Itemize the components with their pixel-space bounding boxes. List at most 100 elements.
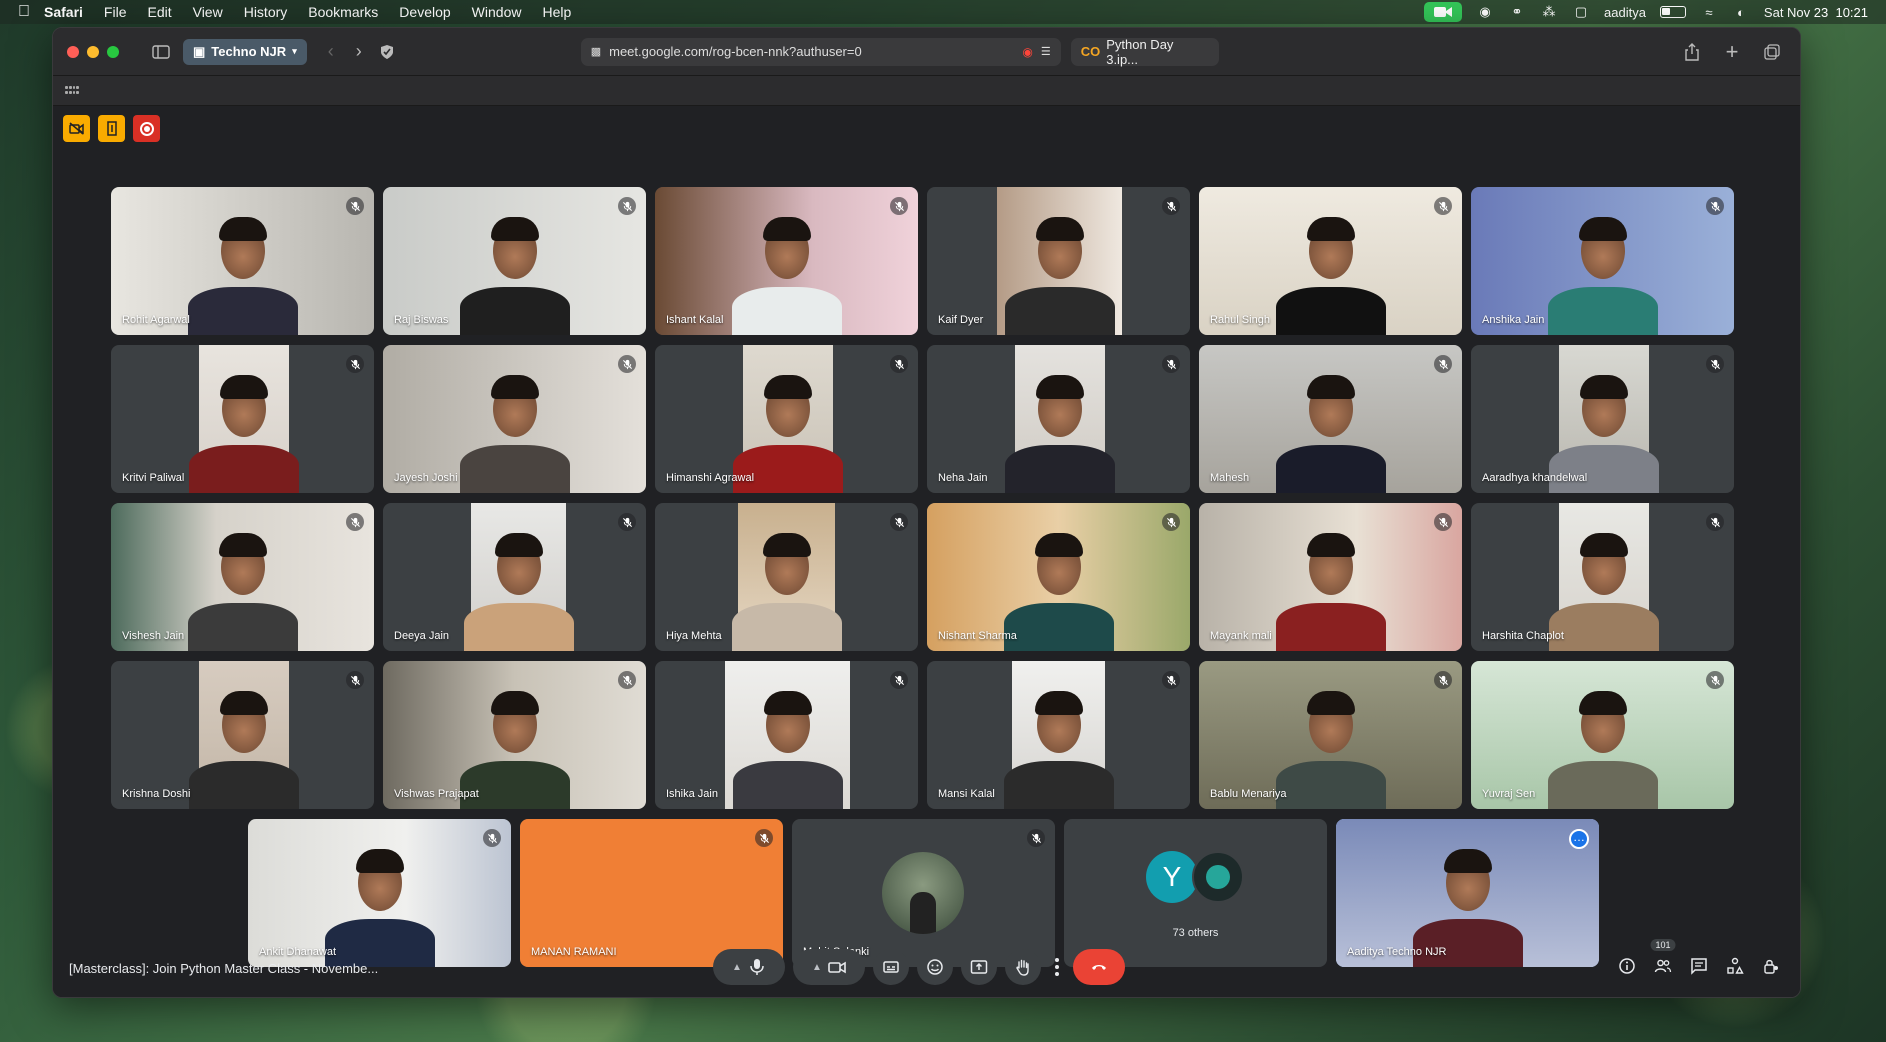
participant-tile[interactable]: Kaif Dyer [927, 187, 1190, 335]
url-text[interactable]: meet.google.com/rog-bcen-nnk?authuser=0 [609, 44, 1014, 59]
menu-window[interactable]: Window [472, 4, 522, 20]
tile-more-options-icon[interactable]: … [1569, 829, 1589, 849]
menu-clock[interactable]: Sat Nov 23 10:21 [1764, 5, 1868, 20]
participant-tile[interactable]: Harshita Chaplot [1471, 503, 1734, 651]
raise-hand-button[interactable] [1005, 949, 1041, 985]
control-center-icon[interactable]: ◐ [1732, 4, 1750, 20]
participant-tile[interactable]: Deeya Jain [383, 503, 646, 651]
participant-tile[interactable]: Himanshi Agrawal [655, 345, 918, 493]
participant-hair [1036, 375, 1084, 399]
battery-icon[interactable] [1659, 6, 1686, 18]
participant-body [1275, 761, 1386, 809]
participant-tile[interactable]: Rohit Agarwal [111, 187, 374, 335]
close-window-button[interactable] [67, 45, 79, 58]
fullscreen-window-button[interactable] [107, 45, 119, 58]
muted-mic-icon [1162, 671, 1180, 689]
apple-menu-icon[interactable]:  [18, 3, 44, 21]
back-arrow-icon[interactable]: ‹ [317, 38, 345, 66]
apps-grid-icon[interactable] [65, 85, 79, 96]
participant-tile[interactable]: Rahul Singh [1199, 187, 1462, 335]
camera-in-use-icon[interactable] [1424, 2, 1462, 22]
menu-edit[interactable]: Edit [147, 4, 171, 20]
tab-python-day[interactable]: CO Python Day 3.ip... [1070, 37, 1219, 67]
participant-tile[interactable]: Mohit Solanki [792, 819, 1055, 967]
tab-overview-icon[interactable] [1758, 38, 1786, 66]
participant-name: Himanshi Agrawal [666, 472, 755, 484]
minimize-window-button[interactable] [87, 45, 99, 58]
video-camera-icon[interactable] [828, 958, 846, 976]
menu-history[interactable]: History [244, 4, 288, 20]
muted-mic-icon [1162, 197, 1180, 215]
meeting-title[interactable]: [Masterclass]: Join Python Master Class … [69, 961, 378, 976]
tab-group-selector[interactable]: ▣ Techno NJR ▾ [183, 38, 307, 65]
menu-help[interactable]: Help [542, 4, 571, 20]
chat-button[interactable] [1688, 955, 1710, 977]
menu-file[interactable]: File [104, 4, 127, 20]
microphone-icon[interactable] [748, 958, 766, 976]
forward-arrow-icon[interactable]: › [345, 38, 373, 66]
participant-hair [1306, 217, 1355, 241]
menu-app-name[interactable]: Safari [44, 4, 83, 20]
present-screen-button[interactable] [961, 949, 997, 985]
video-options-chevron-icon[interactable]: ▲ [812, 962, 822, 973]
no-video-icon[interactable] [63, 115, 90, 142]
people-button[interactable]: 101 [1650, 939, 1676, 977]
meeting-info-button[interactable] [1616, 955, 1638, 977]
participant-tile[interactable]: Kritvi Paliwal [111, 345, 374, 493]
recording-indicator-icon[interactable]: ◉ [1022, 45, 1032, 59]
activities-button[interactable] [1724, 955, 1746, 977]
participant-tile[interactable]: Jayesh Joshi [383, 345, 646, 493]
participant-tile[interactable]: Vishesh Jain [111, 503, 374, 651]
participant-tile[interactable]: Ishant Kalal [655, 187, 918, 335]
participant-tile[interactable]: Mayank mali [1199, 503, 1462, 651]
participant-tile[interactable]: Nishant Sharma [927, 503, 1190, 651]
participant-name: Kaif Dyer [938, 314, 984, 326]
captions-button[interactable] [873, 949, 909, 985]
participant-tile[interactable]: Krishna Doshi [111, 661, 374, 809]
badge-icon[interactable]: ▢ [1572, 4, 1590, 20]
menu-user[interactable]: aaditya [1604, 5, 1646, 20]
host-controls [63, 115, 160, 142]
wifi-icon[interactable]: ≈ [1700, 4, 1718, 20]
menu-develop[interactable]: Develop [399, 4, 450, 20]
camera-control[interactable]: ▲ [793, 949, 865, 985]
participant-tile[interactable]: Anshika Jain [1471, 187, 1734, 335]
participant-tile[interactable]: Yuvraj Sen [1471, 661, 1734, 809]
sidebar-toggle-icon[interactable] [147, 38, 175, 66]
microphone-control[interactable]: ▲ [713, 949, 785, 985]
reader-icon[interactable]: ☰ [1041, 45, 1051, 58]
host-controls-button[interactable] [1760, 955, 1782, 977]
participant-tile[interactable]: Bablu Menariya [1199, 661, 1462, 809]
participant-tile[interactable]: Y 73 others [1064, 819, 1327, 967]
participant-body [731, 287, 842, 335]
participant-tile[interactable]: Vishwas Prajapat [383, 661, 646, 809]
participant-tile[interactable]: Aaditya Techno NJR… [1336, 819, 1599, 967]
participant-tile[interactable]: Mansi Kalal [927, 661, 1190, 809]
menu-view[interactable]: View [193, 4, 223, 20]
participant-tile[interactable]: Hiya Mehta [655, 503, 918, 651]
participant-tile[interactable]: Neha Jain [927, 345, 1190, 493]
bluetooth-icon[interactable]: ⁂ [1540, 4, 1558, 20]
audio-options-chevron-icon[interactable]: ▲ [732, 962, 742, 973]
k-app-icon[interactable]: ◉ [1476, 4, 1494, 20]
participant-tile[interactable]: Aaradhya khandelwal [1471, 345, 1734, 493]
share-icon[interactable] [1678, 38, 1706, 66]
participant-name: Ankit Dhanawat [259, 946, 337, 958]
info-icon [1619, 958, 1635, 974]
address-bar[interactable]: ▩ meet.google.com/rog-bcen-nnk?authuser=… [580, 37, 1061, 66]
shield-icon[interactable] [373, 38, 401, 66]
muted-mic-icon [1706, 355, 1724, 373]
host-lock-icon[interactable] [98, 115, 125, 142]
participant-tile[interactable]: Mahesh [1199, 345, 1462, 493]
participant-tile[interactable]: Raj Biswas [383, 187, 646, 335]
leave-call-button[interactable] [1073, 949, 1125, 985]
participant-tile[interactable]: Ishika Jain [655, 661, 918, 809]
participant-tile[interactable]: MANAN RAMANI [520, 819, 783, 967]
recording-icon[interactable] [133, 115, 160, 142]
new-tab-icon[interactable]: + [1718, 38, 1746, 66]
participant-tile[interactable]: Ankit Dhanawat [248, 819, 511, 967]
menu-bookmarks[interactable]: Bookmarks [308, 4, 378, 20]
more-options-icon[interactable] [1049, 958, 1065, 976]
reactions-button[interactable] [917, 949, 953, 985]
headphones-icon[interactable]: ⚭ [1508, 4, 1526, 20]
